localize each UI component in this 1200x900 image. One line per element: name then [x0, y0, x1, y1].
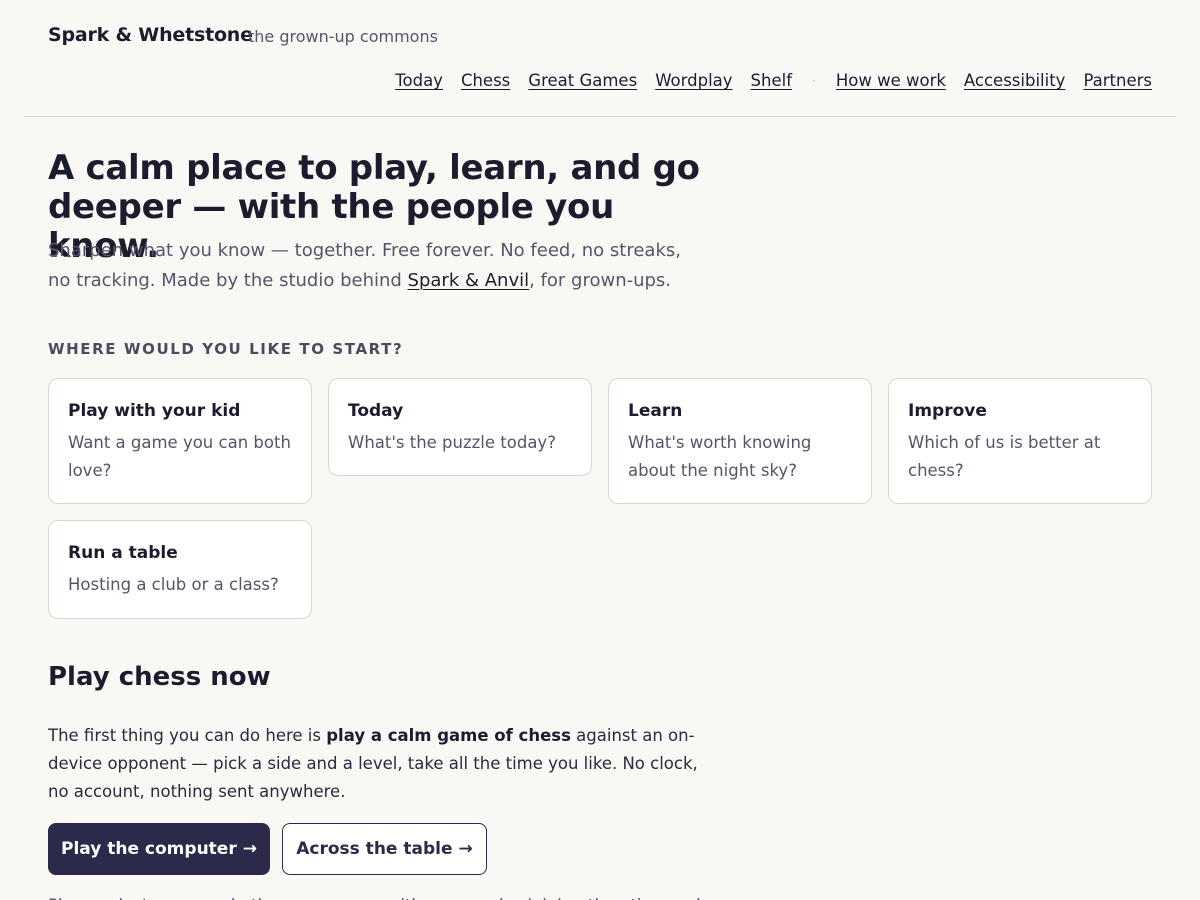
card-title: Play with your kid: [68, 401, 241, 421]
card-description: Hosting a club or a class?: [68, 575, 279, 594]
nav-great-games[interactable]: Great Games: [528, 71, 637, 90]
start-section-label: WHERE WOULD YOU LIKE TO START?: [48, 340, 404, 358]
card-description: Want a game you can both love?: [68, 433, 291, 480]
main-nav: Today Chess Great Games Wordplay Shelf ·…: [395, 71, 1152, 90]
card-title: Improve: [908, 401, 987, 421]
nav-how-we-work[interactable]: How we work: [836, 71, 946, 90]
card-improve[interactable]: Improve Which of us is better at chess?: [888, 378, 1152, 504]
play-chess-text: The first thing you can do here is: [48, 726, 327, 745]
card-description: What's the puzzle today?: [348, 433, 556, 452]
spark-anvil-link[interactable]: Spark & Anvil: [408, 270, 530, 291]
nav-chess[interactable]: Chess: [461, 71, 510, 90]
play-chess-heading: Play chess now: [48, 662, 271, 692]
card-learn[interactable]: Learn What's worth knowing about the nig…: [608, 378, 872, 504]
brand-tagline: the grown-up commons: [248, 27, 438, 46]
card-title: Run a table: [68, 543, 178, 563]
play-chess-description: The first thing you can do here is play …: [48, 722, 708, 806]
play-computer-label: Play the computer: [61, 839, 237, 859]
card-title: Today: [348, 401, 404, 421]
hero-subtitle: Sharpen what you know — together. Free f…: [48, 236, 708, 296]
nav-accessibility[interactable]: Accessibility: [964, 71, 1066, 90]
hero-subtitle-end: , for grown-ups.: [529, 270, 672, 291]
card-run-a-table[interactable]: Run a table Hosting a club or a class?: [48, 520, 312, 619]
brand-logo[interactable]: Spark & Whetstone: [48, 24, 253, 46]
arrow-right-icon: →: [458, 839, 473, 859]
nav-shelf[interactable]: Shelf: [751, 71, 792, 90]
card-title: Learn: [628, 401, 683, 421]
across-table-label: Across the table: [296, 839, 453, 859]
card-description: Which of us is better at chess?: [908, 433, 1101, 480]
card-description: What's worth knowing about the night sky…: [628, 433, 812, 480]
card-today[interactable]: Today What's the puzzle today?: [328, 378, 592, 476]
play-chess-footnote: Play against a person in the same room, …: [48, 892, 708, 900]
card-play-with-kid[interactable]: Play with your kid Want a game you can b…: [48, 378, 312, 504]
nav-today[interactable]: Today: [395, 71, 443, 90]
across-table-button[interactable]: Across the table →: [282, 823, 487, 875]
play-chess-emphasis: play a calm game of chess: [326, 726, 571, 745]
play-computer-button[interactable]: Play the computer →: [48, 823, 270, 875]
arrow-right-icon: →: [242, 839, 257, 859]
site-header: Spark & Whetstone the grown-up commons T…: [24, 0, 1176, 117]
nav-wordplay[interactable]: Wordplay: [655, 71, 732, 90]
nav-separator: ·: [812, 73, 816, 88]
nav-partners[interactable]: Partners: [1083, 71, 1152, 90]
